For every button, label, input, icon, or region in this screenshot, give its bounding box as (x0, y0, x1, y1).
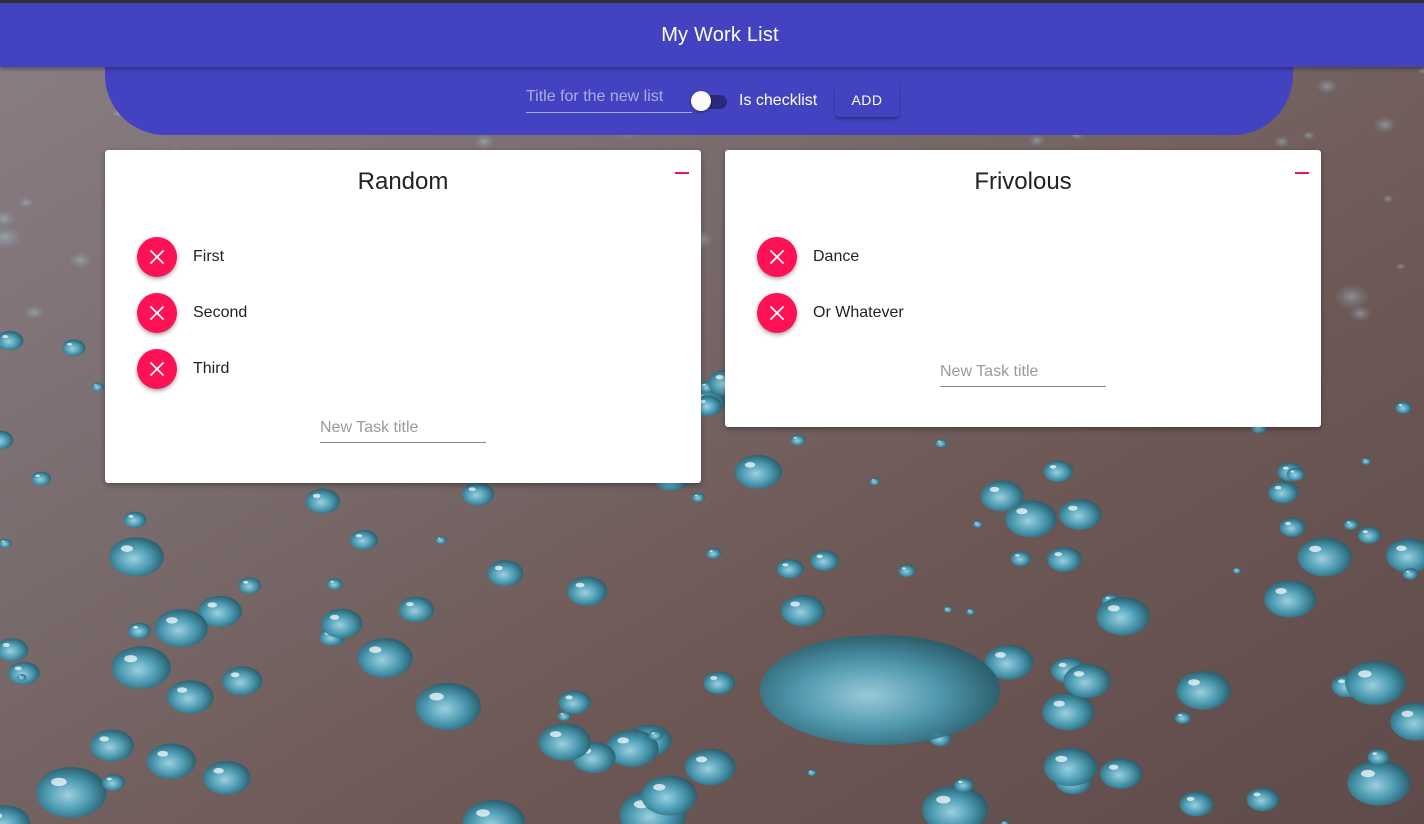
close-icon (770, 250, 784, 264)
new-task-input[interactable] (940, 358, 1106, 387)
new-list-title-input[interactable] (526, 82, 692, 113)
task-item: First (137, 237, 637, 277)
task-label: Third (193, 360, 230, 377)
list-card-frivolous: Frivolous Dance Or Whatever (725, 150, 1321, 427)
delete-task-button[interactable] (137, 293, 177, 333)
app-bar: My Work List (0, 3, 1424, 67)
minus-icon (1295, 172, 1309, 174)
new-task-input[interactable] (320, 414, 486, 443)
task-label: Dance (813, 248, 860, 265)
window-top-edge (0, 0, 1424, 3)
checklist-toggle-thumb[interactable] (691, 91, 711, 111)
close-icon (150, 306, 164, 320)
remove-list-button[interactable] (670, 161, 694, 185)
checklist-toggle[interactable] (691, 91, 727, 111)
delete-task-button[interactable] (137, 349, 177, 389)
delete-task-button[interactable] (757, 293, 797, 333)
list-title: Frivolous (974, 168, 1072, 195)
minus-icon (675, 172, 689, 174)
add-list-button[interactable]: ADD (835, 82, 899, 117)
remove-list-button[interactable] (1290, 161, 1314, 185)
task-item: Or Whatever (757, 293, 1257, 333)
task-label: Second (193, 304, 248, 321)
task-item: Dance (757, 237, 1257, 277)
close-icon (770, 306, 784, 320)
task-item: Third (137, 349, 637, 389)
checklist-label: Is checklist (739, 92, 818, 109)
task-label: Or Whatever (813, 304, 904, 321)
app-title: My Work List (661, 23, 779, 46)
task-label: First (193, 248, 225, 265)
task-item: Second (137, 293, 637, 333)
delete-task-button[interactable] (757, 237, 797, 277)
delete-task-button[interactable] (137, 237, 177, 277)
list-title: Random (357, 168, 449, 195)
list-card-random: Random First Second Third (105, 150, 701, 483)
close-icon (150, 362, 164, 376)
close-icon (150, 250, 164, 264)
